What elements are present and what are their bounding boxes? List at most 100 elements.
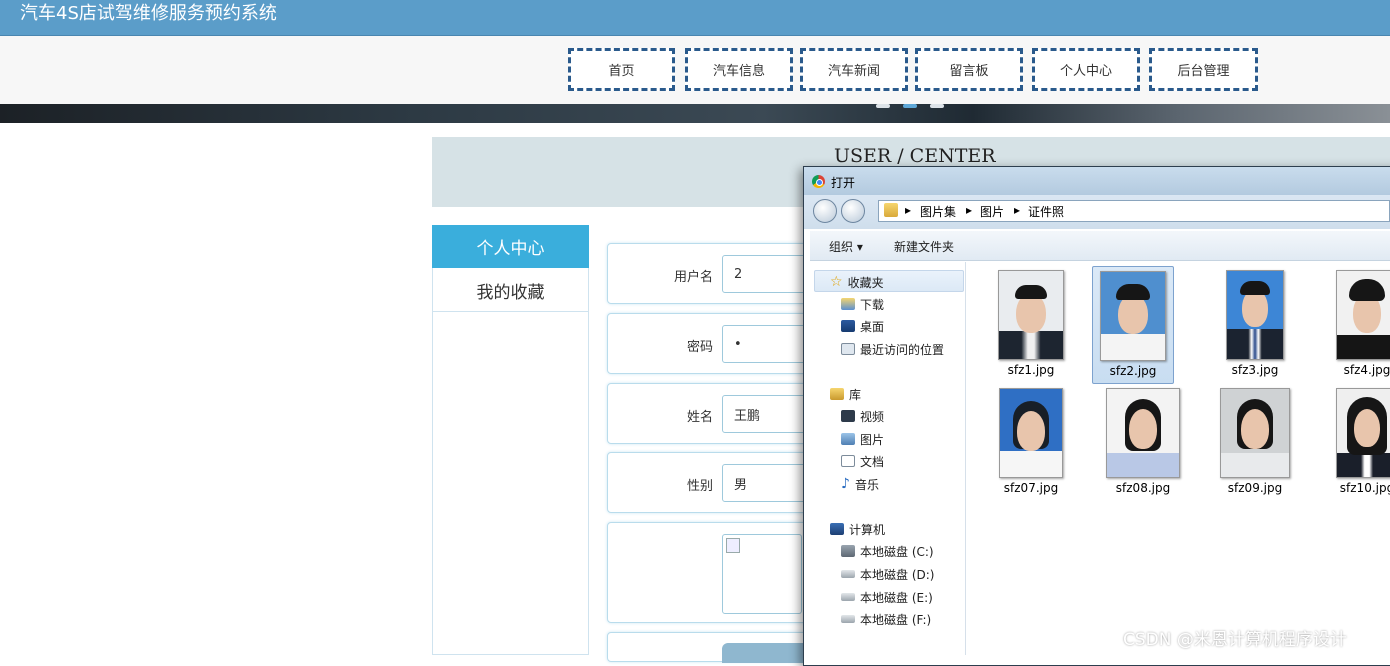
nav-car-news[interactable]: 汽车新闻 xyxy=(800,48,908,91)
photo-thumbnail xyxy=(999,388,1063,478)
file-thumbnail-selected[interactable]: sfz2.jpg xyxy=(1092,266,1174,384)
submit-button[interactable] xyxy=(722,643,810,663)
download-folder-icon xyxy=(841,298,855,310)
back-arrow-icon[interactable] xyxy=(813,199,837,223)
form-row-gender: 性别 男 xyxy=(607,452,817,513)
nav-pictures[interactable]: 图片 xyxy=(841,430,884,448)
carousel-dot[interactable] xyxy=(876,104,890,108)
carousel-dot[interactable] xyxy=(930,104,944,108)
dialog-title: 打开 xyxy=(831,176,856,190)
file-thumbnail[interactable]: sfz08.jpg xyxy=(1102,384,1184,502)
nav-message-board[interactable]: 留言板 xyxy=(915,48,1023,91)
chevron-right-icon: ▸ xyxy=(905,203,912,217)
gender-select[interactable]: 男 xyxy=(722,464,812,502)
avatar-upload[interactable] xyxy=(722,534,802,614)
file-name: sfz4.jpg xyxy=(1343,363,1390,377)
new-folder-button[interactable]: 新建文件夹 xyxy=(894,238,954,255)
video-icon xyxy=(841,410,855,422)
nav-label: 下载 xyxy=(860,297,885,312)
nav-videos[interactable]: 视频 xyxy=(841,407,884,425)
nav-desktop[interactable]: 桌面 xyxy=(841,317,884,335)
drive-icon xyxy=(841,570,855,578)
computer-icon xyxy=(830,523,844,535)
nav-libraries[interactable]: 库 xyxy=(830,385,861,403)
form-row-username: 用户名 2 xyxy=(607,243,817,304)
nav-label: 桌面 xyxy=(860,319,885,334)
file-name: sfz1.jpg xyxy=(1007,363,1055,377)
drive-icon xyxy=(841,593,855,601)
nav-label: 本地磁盘 (C:) xyxy=(860,544,934,559)
breadcrumb-item[interactable]: 图片 xyxy=(980,203,1004,220)
broken-image-icon xyxy=(726,538,740,553)
sidebar-item-favorites[interactable]: 我的收藏 xyxy=(432,269,589,312)
document-icon xyxy=(841,455,855,467)
nav-label: 收藏夹 xyxy=(847,275,884,290)
nav-admin[interactable]: 后台管理 xyxy=(1149,48,1258,91)
user-center-title: USER / CENTER xyxy=(834,145,996,167)
nav-label: 本地磁盘 (D:) xyxy=(860,567,935,582)
username-label: 用户名 xyxy=(673,270,713,285)
library-icon xyxy=(830,388,844,400)
chevron-right-icon: ▸ xyxy=(966,203,973,217)
breadcrumb-item[interactable]: 证件照 xyxy=(1028,203,1064,220)
name-input[interactable]: 王鹏 xyxy=(722,395,812,433)
system-drive-icon xyxy=(841,545,855,557)
recent-places-icon xyxy=(841,343,855,355)
watermark: CSDN @米恩计算机程序设计 xyxy=(1123,630,1347,650)
main-nav: 首页 汽车信息 汽车新闻 留言板 个人中心 后台管理 xyxy=(0,36,1390,104)
nav-drive-e[interactable]: 本地磁盘 (E:) xyxy=(841,588,933,606)
nav-user-center[interactable]: 个人中心 xyxy=(1032,48,1140,91)
nav-downloads[interactable]: 下载 xyxy=(841,295,884,313)
forward-arrow-icon[interactable] xyxy=(841,199,865,223)
name-label: 姓名 xyxy=(686,410,713,425)
desktop-icon xyxy=(841,320,855,332)
nav-label: 图片 xyxy=(860,432,885,447)
drive-icon xyxy=(841,615,855,623)
dialog-titlebar[interactable]: 打开 xyxy=(804,167,1390,195)
gender-label: 性别 xyxy=(686,479,713,494)
file-thumbnail[interactable]: sfz4.jpg xyxy=(1326,266,1390,384)
file-thumbnail[interactable]: sfz1.jpg xyxy=(990,266,1072,384)
nav-label: 本地磁盘 (F:) xyxy=(860,612,932,627)
nav-car-info[interactable]: 汽车信息 xyxy=(685,48,793,91)
folder-icon xyxy=(884,203,898,217)
nav-drive-f[interactable]: 本地磁盘 (F:) xyxy=(841,610,931,628)
file-thumbnail[interactable]: sfz09.jpg xyxy=(1214,384,1296,502)
photo-thumbnail xyxy=(1336,270,1390,360)
nav-label: 音乐 xyxy=(854,477,879,492)
nav-drive-c[interactable]: 本地磁盘 (C:) xyxy=(841,542,934,560)
nav-computer[interactable]: 计算机 xyxy=(830,520,885,538)
site-header: 汽车4S店试驾维修服务预约系统 xyxy=(0,0,1390,36)
photo-thumbnail xyxy=(1100,271,1166,361)
photo-thumbnail xyxy=(998,270,1064,360)
sidebar-item-user-center[interactable]: 个人中心 xyxy=(432,225,589,268)
file-name: sfz2.jpg xyxy=(1109,364,1157,378)
file-name: sfz10.jpg xyxy=(1339,481,1390,495)
organize-button[interactable]: 组织 ▾ xyxy=(829,238,863,255)
file-thumbnail[interactable]: sfz3.jpg xyxy=(1214,266,1296,384)
chevron-right-icon: ▸ xyxy=(1014,203,1021,217)
nav-drive-d[interactable]: 本地磁盘 (D:) xyxy=(841,565,934,583)
file-name: sfz3.jpg xyxy=(1231,363,1279,377)
nav-favorites[interactable]: ☆ 收藏夹 xyxy=(830,273,884,291)
password-label: 密码 xyxy=(686,340,713,355)
nav-label: 库 xyxy=(849,387,862,402)
star-icon: ☆ xyxy=(830,274,843,290)
banner-image xyxy=(0,104,1390,123)
username-input[interactable]: 2 xyxy=(722,255,812,293)
nav-recent-places[interactable]: 最近访问的位置 xyxy=(841,340,944,358)
nav-music[interactable]: ♪ 音乐 xyxy=(841,475,879,493)
file-thumbnail[interactable]: sfz10.jpg xyxy=(1326,384,1390,502)
nav-home[interactable]: 首页 xyxy=(568,48,675,91)
breadcrumb-item[interactable]: 图片集 xyxy=(920,203,956,220)
file-thumbnail[interactable]: sfz07.jpg xyxy=(990,384,1072,502)
photo-thumbnail xyxy=(1220,388,1290,478)
nav-label: 视频 xyxy=(860,409,885,424)
file-name: sfz07.jpg xyxy=(1003,481,1059,495)
password-input[interactable]: • xyxy=(722,325,812,363)
carousel-dot-active[interactable] xyxy=(903,104,917,108)
nav-documents[interactable]: 文档 xyxy=(841,452,884,470)
form-row-avatar xyxy=(607,522,817,623)
file-name: sfz08.jpg xyxy=(1115,481,1171,495)
music-icon: ♪ xyxy=(841,476,850,492)
